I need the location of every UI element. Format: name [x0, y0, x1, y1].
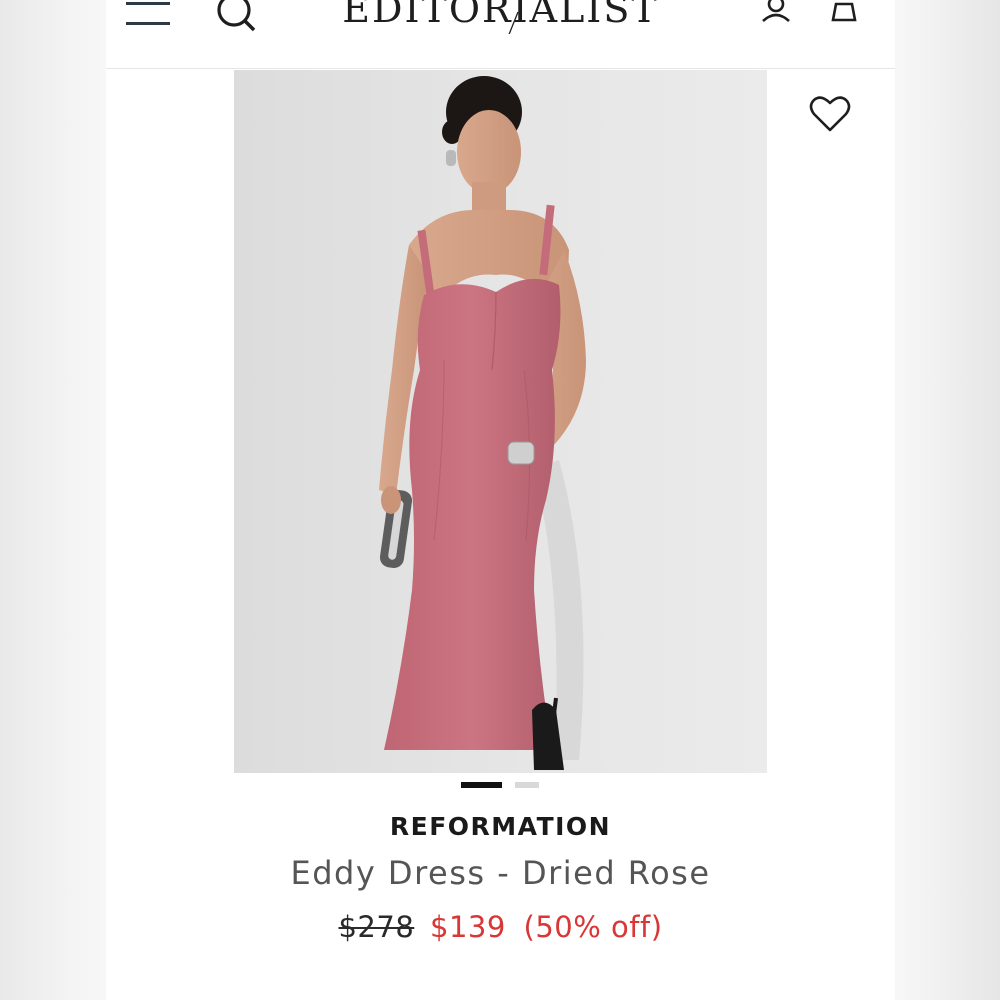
heart-icon[interactable]	[808, 94, 852, 134]
price-row: $278 $139 (50% off)	[106, 910, 895, 944]
backdrop-left	[0, 0, 106, 1000]
sale-price: $139	[430, 910, 506, 944]
site-logo[interactable]: EDITORIALIST	[306, 0, 695, 34]
search-icon[interactable]	[214, 0, 260, 32]
carousel-indicator	[461, 782, 541, 790]
discount-label: (50% off)	[523, 910, 663, 944]
phone-screen: EDITORIALIST REFORMATION Eddy Dress - Dr…	[106, 0, 895, 1000]
product-image[interactable]	[234, 70, 767, 773]
site-header: EDITORIALIST	[106, 0, 895, 69]
backdrop-right	[895, 0, 1000, 1000]
product-name[interactable]: Eddy Dress - Dried Rose	[106, 854, 895, 892]
shopping-bag-icon[interactable]	[824, 0, 864, 26]
product-brand[interactable]: REFORMATION	[106, 812, 895, 841]
original-price: $278	[338, 910, 415, 944]
account-icon[interactable]	[756, 0, 796, 26]
carousel-dot-active[interactable]	[461, 782, 502, 788]
menu-icon[interactable]	[126, 0, 172, 30]
carousel-dot[interactable]	[515, 782, 539, 788]
